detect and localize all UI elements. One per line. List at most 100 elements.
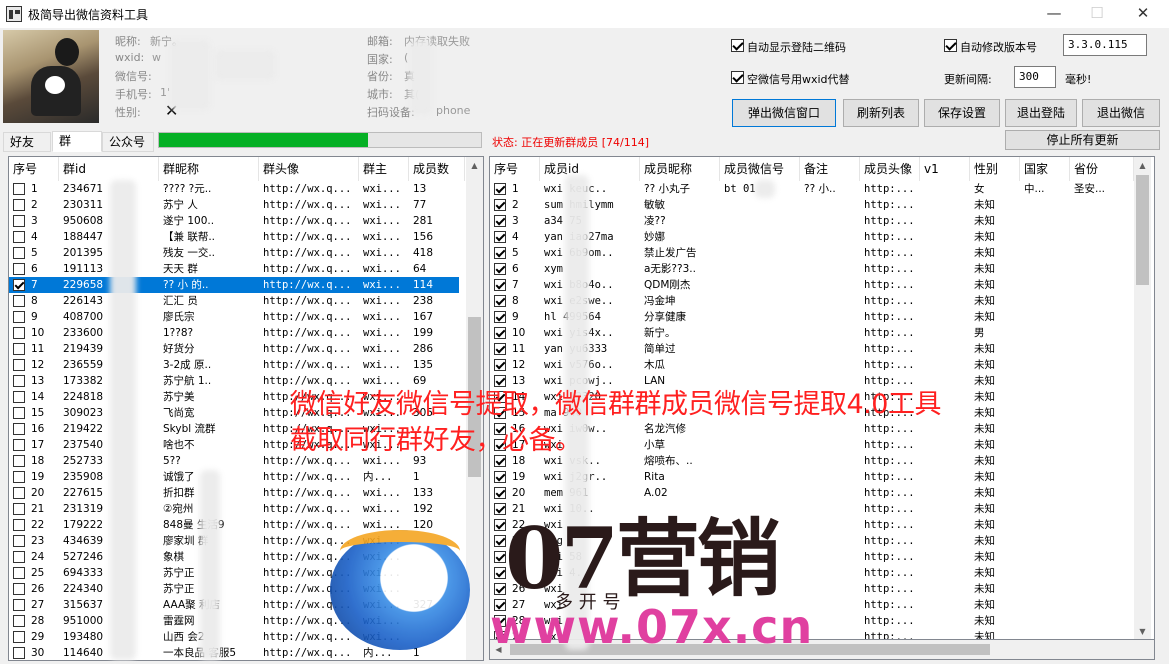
row-checkbox[interactable]	[494, 199, 506, 211]
stop-updates-button[interactable]: 停止所有更新	[1005, 130, 1160, 150]
table-row[interactable]: 9 408700 廖氏宗 http://wx.q... wxi... 167	[9, 309, 459, 325]
column-header[interactable]: 序号	[9, 157, 59, 181]
row-checkbox[interactable]	[13, 599, 25, 611]
row-checkbox[interactable]	[13, 215, 25, 227]
table-row[interactable]: 12 236559 3-2成 原.. http://wx.q... wxi... 135	[9, 357, 459, 373]
column-header[interactable]: 群id	[59, 157, 159, 181]
row-checkbox[interactable]	[13, 199, 25, 211]
column-header[interactable]: 国家	[1020, 157, 1070, 181]
column-header[interactable]: 序号	[490, 157, 540, 181]
row-checkbox[interactable]	[13, 583, 25, 595]
row-checkbox[interactable]	[13, 183, 25, 195]
row-checkbox[interactable]	[494, 471, 506, 483]
table-cell-name: ???? ?元..	[163, 183, 212, 195]
column-header[interactable]: 群头像	[259, 157, 359, 181]
tab-friends[interactable]: 好友	[3, 132, 51, 152]
popup-wechat-button[interactable]: 弹出微信窗口	[732, 99, 836, 127]
table-row[interactable]: 5 201395 残友 一交.. http://wx.q... wxi... 418	[9, 245, 459, 261]
column-header[interactable]: 性别	[970, 157, 1020, 181]
scroll-up-icon[interactable]: ▲	[466, 157, 483, 174]
minimize-button[interactable]: —	[1031, 0, 1077, 28]
row-checkbox[interactable]	[494, 247, 506, 259]
row-checkbox[interactable]	[13, 503, 25, 515]
table-row[interactable]: 10 233600 1??8? http://wx.q... wxi... 199	[9, 325, 459, 341]
table-row[interactable]: 8 226143 汇汇 员 http://wx.q... wxi... 238	[9, 293, 459, 309]
maximize-button[interactable]: ☐	[1074, 0, 1120, 28]
table-cell-n: 17	[31, 439, 45, 451]
row-checkbox[interactable]	[494, 327, 506, 339]
table-cell-n: 16	[31, 423, 45, 435]
table-row[interactable]: 4 188447 【兼 联帮.. http://wx.q... wxi... 156	[9, 229, 459, 245]
table-row[interactable]: 19 235908 诚饿了 http://wx.q... 内... 1	[9, 469, 459, 485]
row-checkbox[interactable]	[13, 487, 25, 499]
row-checkbox[interactable]	[494, 295, 506, 307]
row-checkbox[interactable]	[13, 423, 25, 435]
empty-wxid-checkbox[interactable]	[731, 71, 744, 84]
row-checkbox[interactable]	[494, 183, 506, 195]
row-checkbox[interactable]	[13, 391, 25, 403]
row-checkbox[interactable]	[13, 279, 25, 291]
row-checkbox[interactable]	[13, 471, 25, 483]
row-checkbox[interactable]	[13, 455, 25, 467]
row-checkbox[interactable]	[13, 343, 25, 355]
tab-official[interactable]: 公众号	[102, 132, 154, 152]
row-checkbox[interactable]	[13, 647, 25, 659]
row-checkbox[interactable]	[494, 215, 506, 227]
row-checkbox[interactable]	[494, 343, 506, 355]
logout-button[interactable]: 退出登陆	[1005, 99, 1077, 127]
column-header[interactable]: 备注	[800, 157, 860, 181]
row-checkbox[interactable]	[13, 263, 25, 275]
row-checkbox[interactable]	[13, 567, 25, 579]
auto-version-checkbox[interactable]	[944, 39, 957, 52]
column-header[interactable]: 群昵称	[159, 157, 259, 181]
row-checkbox[interactable]	[494, 263, 506, 275]
row-checkbox[interactable]	[13, 615, 25, 627]
row-checkbox[interactable]	[494, 359, 506, 371]
members-scrollbar[interactable]: ▲ ▼	[1134, 157, 1151, 639]
column-header[interactable]: 成员数	[409, 157, 465, 181]
quit-wechat-button[interactable]: 退出微信	[1082, 99, 1160, 127]
table-row[interactable]: 11 219439 好货分 http://wx.q... wxi... 286	[9, 341, 459, 357]
version-input[interactable]: 3.3.0.115	[1063, 34, 1147, 56]
row-checkbox[interactable]	[13, 327, 25, 339]
row-checkbox[interactable]	[13, 519, 25, 531]
row-checkbox[interactable]	[13, 231, 25, 243]
table-cell-n: 1	[512, 183, 519, 195]
row-checkbox[interactable]	[13, 439, 25, 451]
table-row[interactable]: 3 950608 遂宁 100.. http://wx.q... wxi... 281	[9, 213, 459, 229]
scroll-thumb[interactable]	[1136, 175, 1149, 285]
column-header[interactable]: 省份	[1070, 157, 1134, 181]
table-row[interactable]: 6 191113 天天 群 http://wx.q... wxi... 64	[9, 261, 459, 277]
save-settings-button[interactable]: 保存设置	[924, 99, 1000, 127]
row-checkbox[interactable]	[494, 375, 506, 387]
row-checkbox[interactable]	[13, 535, 25, 547]
row-checkbox[interactable]	[494, 311, 506, 323]
column-header[interactable]: 成员头像	[860, 157, 920, 181]
row-checkbox[interactable]	[494, 279, 506, 291]
row-checkbox[interactable]	[494, 231, 506, 243]
table-row[interactable]: 7 229658?? 小 的.. http://wx.q... wxi... 114	[9, 277, 459, 293]
column-header[interactable]: 成员微信号	[720, 157, 800, 181]
row-checkbox[interactable]	[13, 359, 25, 371]
table-row[interactable]: 2 230311 苏宁 人 http://wx.q... wxi... 77	[9, 197, 459, 213]
column-header[interactable]: 成员昵称	[640, 157, 720, 181]
refresh-list-button[interactable]: 刷新列表	[843, 99, 919, 127]
tab-groups[interactable]: 群	[52, 131, 102, 152]
row-checkbox[interactable]	[13, 551, 25, 563]
row-checkbox[interactable]	[13, 407, 25, 419]
table-row[interactable]: 1 234671???? ?元.. http://wx.q... wxi... 13	[9, 181, 459, 197]
table-cell-name: 苏宁航 1..	[163, 375, 212, 387]
scroll-down-icon[interactable]: ▼	[1134, 623, 1151, 639]
column-header[interactable]: 成员id	[540, 157, 640, 181]
row-checkbox[interactable]	[13, 295, 25, 307]
column-header[interactable]: 群主	[359, 157, 409, 181]
interval-input[interactable]: 300	[1014, 66, 1056, 88]
scroll-up-icon[interactable]: ▲	[1134, 157, 1151, 174]
row-checkbox[interactable]	[13, 311, 25, 323]
column-header[interactable]: v1	[920, 157, 970, 181]
row-checkbox[interactable]	[13, 631, 25, 643]
row-checkbox[interactable]	[13, 375, 25, 387]
show-qr-checkbox[interactable]	[731, 39, 744, 52]
row-checkbox[interactable]	[13, 247, 25, 259]
close-button[interactable]: ✕	[1120, 0, 1166, 28]
